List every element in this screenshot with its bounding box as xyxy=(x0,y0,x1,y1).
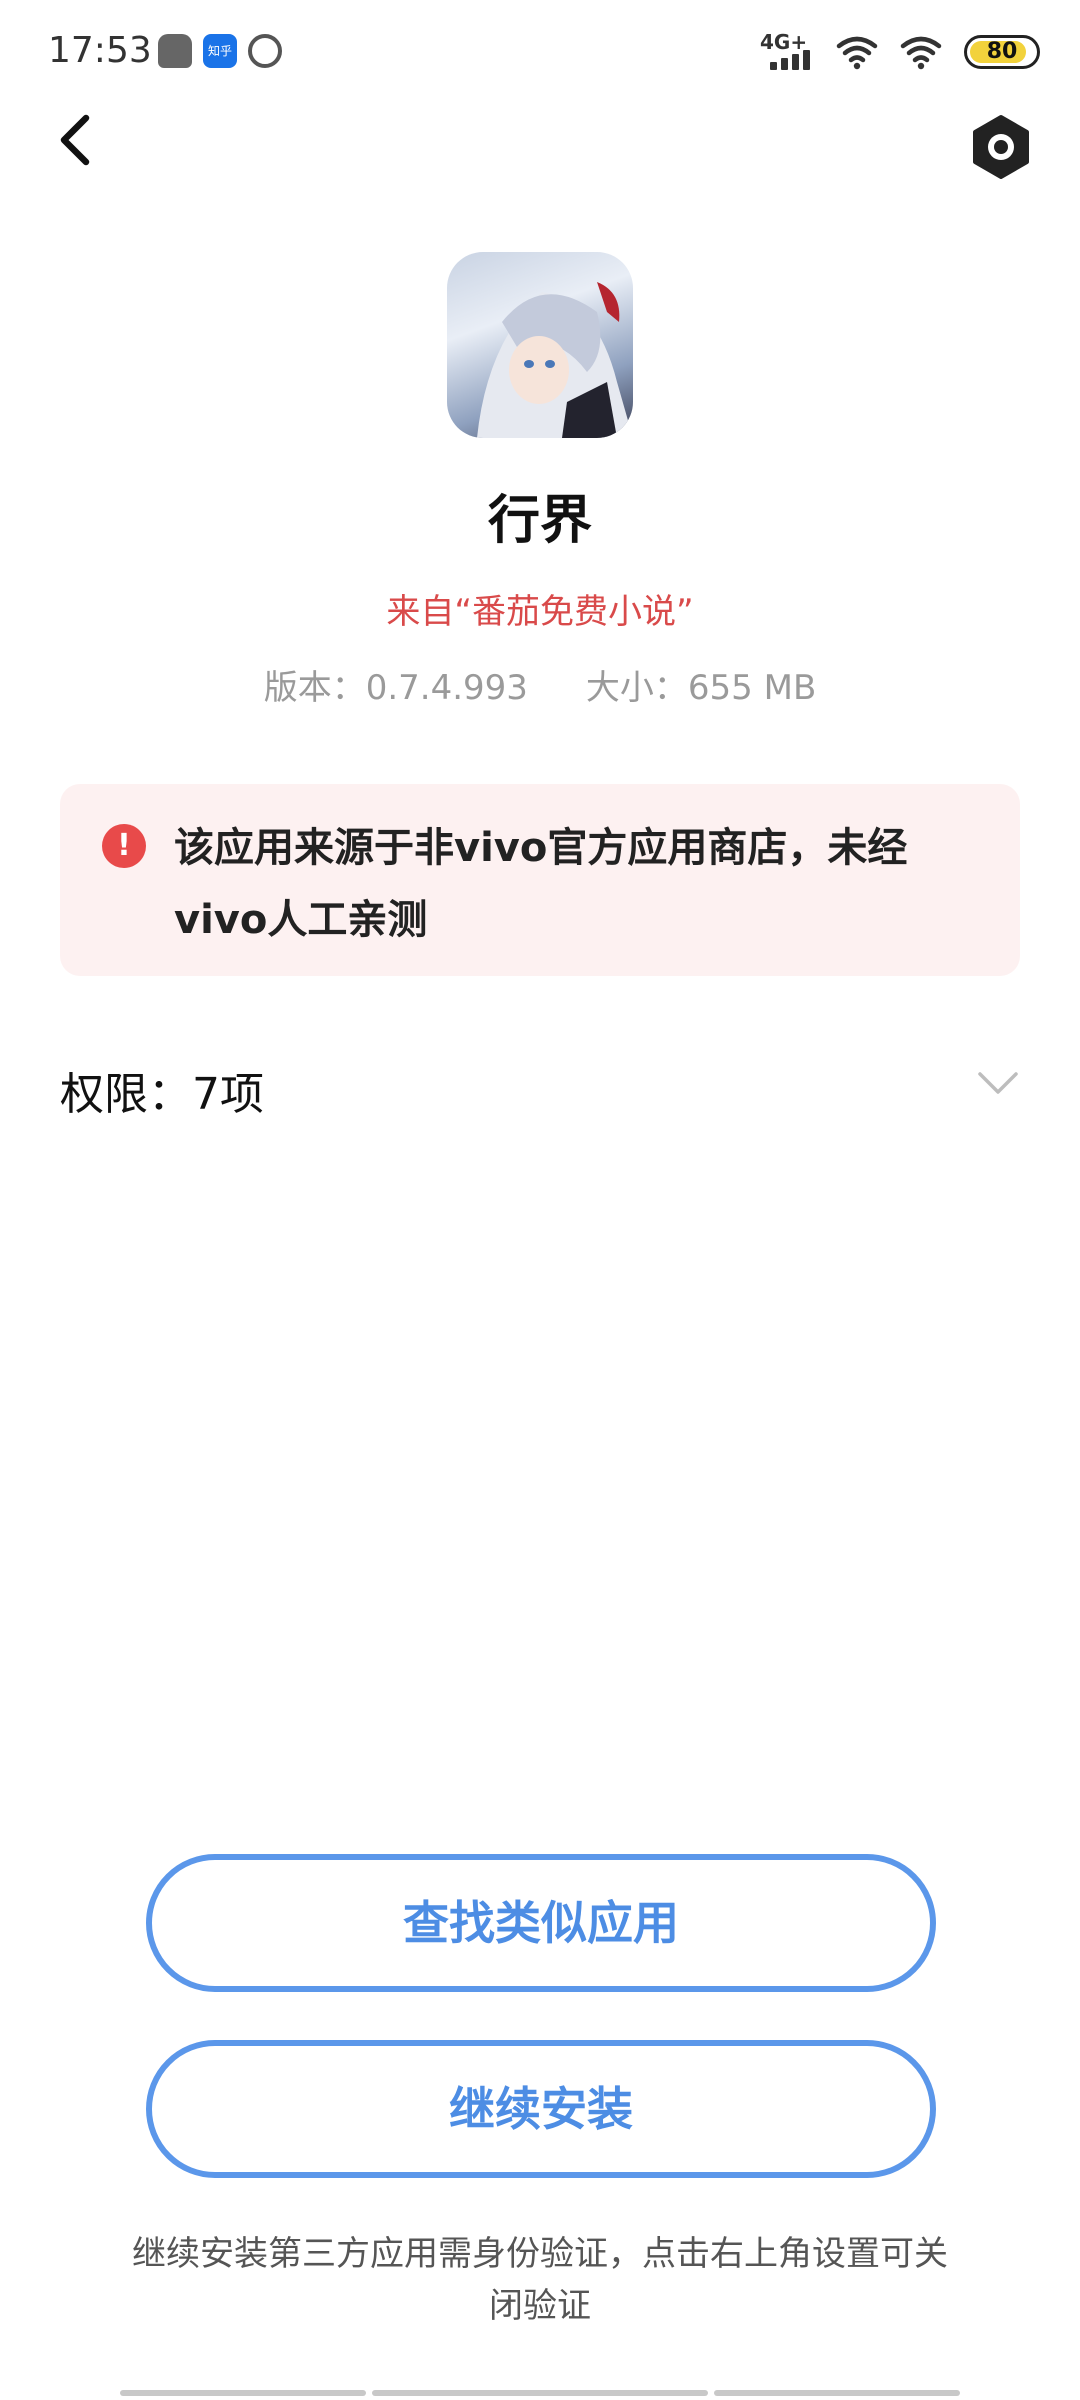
app-size: 大小：655 MB xyxy=(585,668,817,708)
cellular-signal-icon: 4G+ xyxy=(760,30,814,72)
permissions-row[interactable]: 权限：7项 xyxy=(60,1046,1020,1126)
nav-gesture-bar-center[interactable] xyxy=(372,2390,708,2396)
robot-icon xyxy=(158,34,192,68)
app-source: 来自“番茄免费小说” xyxy=(386,592,694,632)
nav-gesture-bar-right[interactable] xyxy=(714,2390,960,2396)
wifi-icon-2 xyxy=(900,36,942,70)
continue-install-button[interactable]: 继续安装 xyxy=(146,2040,936,2178)
status-bar: 17:53 知乎 4G+ 80 xyxy=(0,0,1080,100)
battery-icon: 80 xyxy=(964,35,1040,69)
verification-note: 继续安装第三方应用需身份验证，点击右上角设置可关闭验证 xyxy=(132,2234,948,2326)
settings-hexagon-icon[interactable] xyxy=(966,112,1036,182)
exclamation-icon: ! xyxy=(102,824,146,868)
zhihu-icon: 知乎 xyxy=(203,34,237,68)
chevron-down-icon[interactable] xyxy=(976,1068,1020,1098)
battery-level: 80 xyxy=(986,39,1018,64)
wifi-icon xyxy=(836,36,878,70)
app-version: 版本：0.7.4.993 xyxy=(263,668,528,708)
install-confirm-page: 17:53 知乎 4G+ 80 行界 来自“番茄免费小说” 版本：0.7.4.9… xyxy=(0,0,1080,2400)
permissions-label: 权限：7项 xyxy=(60,1069,264,1120)
app-icon xyxy=(447,252,633,438)
status-time: 17:53 xyxy=(48,30,152,71)
warning-text: 该应用来源于非vivo官方应用商店，未经vivo人工亲测 xyxy=(174,825,908,943)
find-similar-apps-button[interactable]: 查找类似应用 xyxy=(146,1854,936,1992)
app-meta: 版本：0.7.4.993 大小：655 MB xyxy=(0,660,1080,709)
warning-card: ! 该应用来源于非vivo官方应用商店，未经vivo人工亲测 xyxy=(60,784,1020,976)
circle-app-icon xyxy=(248,34,282,68)
nav-gesture-bar-left[interactable] xyxy=(120,2390,366,2396)
chevron-left-icon[interactable] xyxy=(48,110,108,170)
app-name: 行界 xyxy=(487,491,592,551)
status-indicators: 4G+ 80 xyxy=(760,30,1040,74)
